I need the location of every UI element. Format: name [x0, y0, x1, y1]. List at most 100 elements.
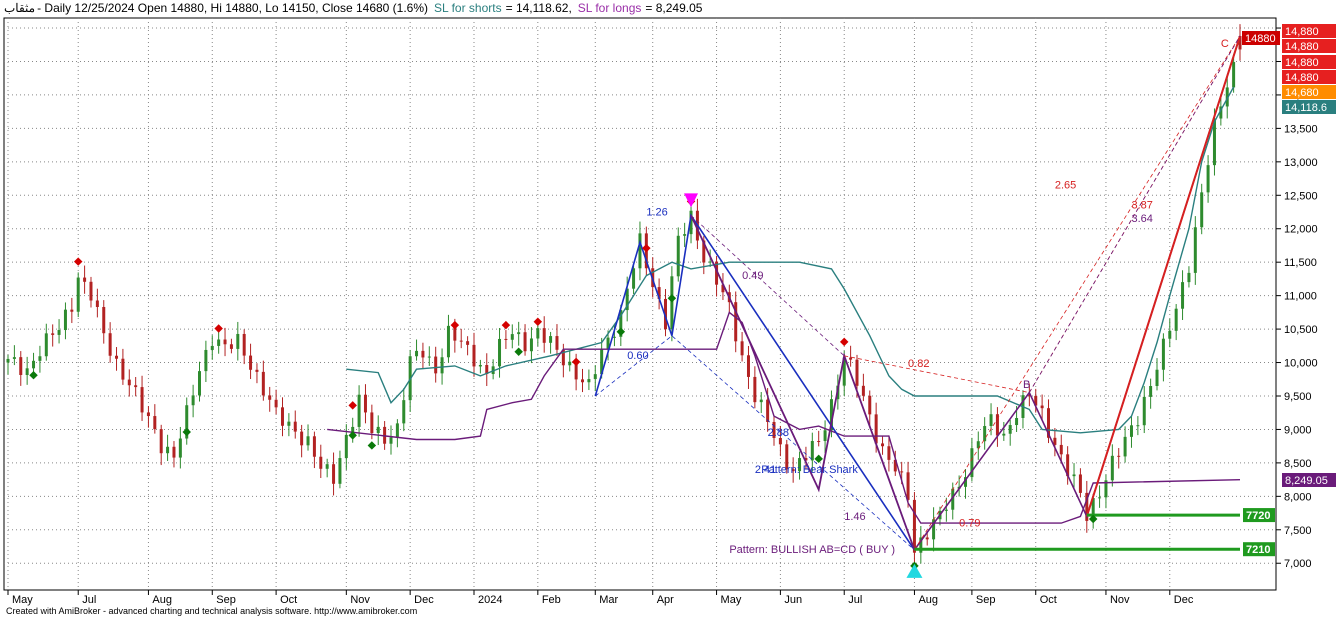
- candle-body: [319, 456, 323, 469]
- candle-body: [415, 350, 419, 357]
- candle-body: [638, 233, 642, 269]
- candle-body: [38, 356, 42, 361]
- candle-body: [255, 369, 259, 372]
- candle-body: [536, 328, 540, 339]
- bear-shark-label: Pattern: Bear Shark: [761, 464, 858, 476]
- pattern-point-label: B: [1023, 379, 1030, 391]
- y-tick-label: 12,500: [1284, 190, 1318, 202]
- x-tick-label: Sep: [976, 594, 996, 606]
- candle-body: [1040, 405, 1044, 409]
- y-tick-label: 12,000: [1284, 224, 1318, 236]
- candle-body: [1193, 227, 1197, 273]
- price-tag-label: 8,249.05: [1285, 475, 1328, 487]
- ratio-label: 0.82: [908, 358, 929, 370]
- ratio-label: 1.46: [844, 511, 865, 523]
- candle-body: [1059, 444, 1063, 455]
- candle-body: [306, 436, 310, 446]
- candle-body: [446, 325, 450, 358]
- candle-body: [568, 361, 572, 366]
- candle-body: [325, 464, 329, 469]
- candle-body: [146, 412, 150, 417]
- candle-body: [19, 357, 23, 375]
- y-tick-label: 11,000: [1284, 291, 1317, 303]
- x-tick-label: Jul: [82, 594, 96, 606]
- ratio-label: 3.87: [1131, 200, 1152, 212]
- candle-body: [217, 339, 221, 346]
- candle-body: [510, 334, 514, 340]
- candle-body: [517, 332, 521, 335]
- x-tick-label: Apr: [657, 594, 674, 606]
- x-tick-label: Dec: [1174, 594, 1194, 606]
- sl-shorts-label: SL for shorts: [434, 1, 502, 15]
- footer-credit: Created with AmiBroker - advanced charti…: [6, 606, 418, 616]
- y-tick-label: 10,500: [1284, 324, 1318, 336]
- candle-body: [312, 436, 316, 457]
- price-tag-label: 14,880: [1285, 26, 1319, 38]
- candle-body: [357, 394, 361, 427]
- price-chart: 15,00014,50014,00013,50013,00012,50012,0…: [3, 17, 1336, 606]
- candle-body: [881, 443, 885, 447]
- candle-body: [102, 306, 106, 334]
- candle-body: [989, 414, 993, 427]
- y-tick-label: 11,500: [1284, 257, 1317, 269]
- candle-body: [900, 471, 904, 473]
- ohlc-text: - Daily 12/25/2024 Open 14880, Hi 14880,…: [37, 1, 429, 15]
- candle-body: [395, 423, 399, 438]
- candle-body: [153, 416, 157, 430]
- candle-body: [198, 371, 202, 396]
- candle-body: [12, 357, 16, 359]
- candle-body: [1181, 282, 1185, 309]
- candle-body: [63, 309, 67, 331]
- candle-body: [1168, 330, 1172, 339]
- candle-body: [166, 446, 170, 454]
- candle-body: [249, 355, 253, 370]
- candle-body: [498, 338, 502, 367]
- candle-body: [740, 341, 744, 356]
- candle-body: [338, 458, 342, 484]
- candle-body: [708, 261, 712, 263]
- price-tag-label: 14,880: [1285, 41, 1319, 53]
- candle-body: [746, 355, 750, 377]
- candle: [912, 492, 916, 563]
- candle-body: [434, 356, 438, 374]
- candle-body: [25, 368, 29, 375]
- candle-body: [529, 338, 533, 352]
- candle-body: [108, 333, 112, 356]
- y-tick-label: 10,000: [1284, 358, 1318, 370]
- candle-body: [51, 333, 55, 335]
- y-tick-label: 13,500: [1284, 123, 1318, 135]
- candle-body: [1008, 425, 1012, 434]
- candle-body: [683, 234, 687, 236]
- candle-body: [242, 333, 246, 356]
- price-tag-label: 14,680: [1285, 87, 1319, 99]
- price-tag-label: 14,880: [1285, 57, 1319, 69]
- candle-body: [1206, 165, 1210, 193]
- x-tick-label: Nov: [350, 594, 370, 606]
- candle-body: [274, 399, 278, 408]
- y-tick-label: 8,500: [1284, 458, 1312, 470]
- candle-body: [472, 344, 476, 367]
- support-label: 7720: [1246, 510, 1270, 522]
- x-tick-label: Aug: [152, 594, 172, 606]
- pattern-point-label: C: [1221, 38, 1229, 50]
- candle-body: [855, 359, 859, 386]
- candle-body: [223, 339, 227, 345]
- candle-body: [925, 537, 929, 540]
- candle-body: [1161, 338, 1165, 370]
- candle-body: [549, 336, 553, 343]
- sl-shorts-value: = 14,118.62,: [505, 1, 572, 15]
- candle-body: [421, 350, 425, 358]
- x-tick-label: Mar: [599, 594, 618, 606]
- sl-longs-value: = 8,249.05: [645, 1, 703, 15]
- ratio-label: 0.49: [742, 270, 763, 282]
- candle-body: [389, 437, 393, 444]
- candle-body: [115, 355, 119, 359]
- candle-body: [204, 349, 208, 372]
- candle-body: [753, 376, 757, 403]
- candle-body: [1187, 272, 1191, 283]
- candle-body: [1110, 455, 1114, 481]
- candle-body: [1174, 308, 1178, 331]
- x-tick-label: Feb: [542, 594, 561, 606]
- ratio-label: 2.88: [768, 427, 789, 439]
- candle-body: [1155, 369, 1159, 387]
